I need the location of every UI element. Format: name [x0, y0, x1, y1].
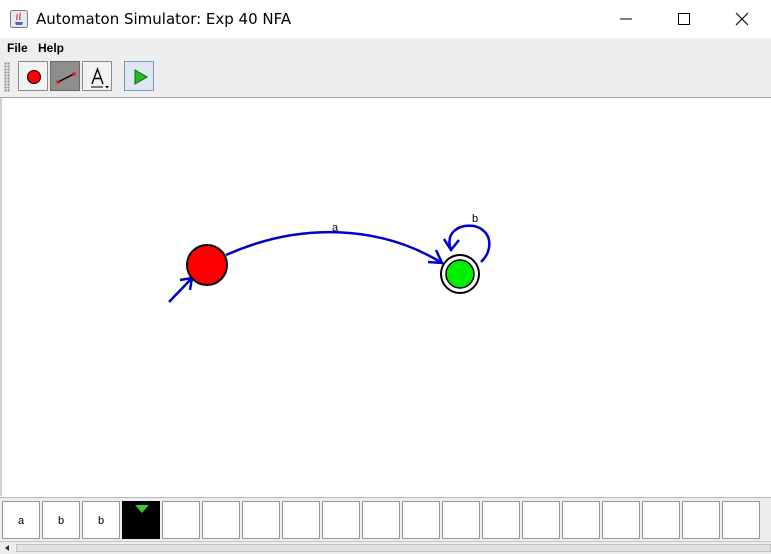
- add-label-button[interactable]: [82, 61, 112, 91]
- minimize-icon: [620, 18, 632, 20]
- tape-cell[interactable]: [482, 501, 520, 539]
- tape-cell[interactable]: [562, 501, 600, 539]
- input-tape: a b b: [0, 497, 771, 542]
- tape-cell[interactable]: b: [82, 501, 120, 539]
- tape-cell[interactable]: [442, 501, 480, 539]
- tape-cell[interactable]: a: [2, 501, 40, 539]
- toolbar: [0, 58, 771, 98]
- tape-cell[interactable]: b: [42, 501, 80, 539]
- tape-cell[interactable]: [242, 501, 280, 539]
- title-bar: Automaton Simulator: Exp 40 NFA: [0, 0, 771, 38]
- text-a-icon: [91, 66, 109, 89]
- minimize-button[interactable]: [597, 0, 655, 38]
- tape-cell[interactable]: [602, 501, 640, 539]
- tape-cell[interactable]: [282, 501, 320, 539]
- initial-state-arrow: [168, 276, 194, 303]
- state-q0[interactable]: [186, 244, 228, 286]
- menu-file[interactable]: File: [7, 41, 28, 55]
- tape-cell[interactable]: [362, 501, 400, 539]
- state-q1[interactable]: [440, 254, 480, 294]
- run-button[interactable]: [124, 61, 154, 91]
- horizontal-scrollbar[interactable]: [0, 541, 771, 554]
- play-icon: [134, 69, 148, 85]
- tape-cell[interactable]: [202, 501, 240, 539]
- tape-head-cell[interactable]: [122, 501, 160, 539]
- transition-label-b: b: [472, 213, 478, 225]
- tape-cell[interactable]: [722, 501, 760, 539]
- window-title: Automaton Simulator: Exp 40 NFA: [36, 10, 292, 28]
- automaton-canvas[interactable]: a b: [0, 98, 771, 496]
- tape-cell[interactable]: [522, 501, 560, 539]
- tape-cell[interactable]: [402, 501, 440, 539]
- maximize-icon: [678, 13, 690, 25]
- scroll-left-arrow-icon[interactable]: [3, 544, 11, 552]
- tape-head-marker-icon: [135, 505, 149, 513]
- transition-q0-q1[interactable]: [225, 230, 445, 265]
- tape-cell[interactable]: [162, 501, 200, 539]
- tape-cell[interactable]: [682, 501, 720, 539]
- close-icon: [735, 12, 749, 26]
- close-button[interactable]: [713, 0, 771, 38]
- transition-label-a: a: [332, 222, 339, 234]
- java-app-icon: [10, 10, 28, 28]
- menu-bar: File Help: [0, 38, 771, 58]
- add-transition-button[interactable]: [50, 61, 80, 91]
- transition-line-icon: [56, 72, 76, 84]
- tape-cell[interactable]: [642, 501, 680, 539]
- menu-help[interactable]: Help: [38, 41, 64, 55]
- add-state-button[interactable]: [18, 61, 48, 91]
- tape-cell[interactable]: [322, 501, 360, 539]
- scrollbar-track[interactable]: [16, 544, 771, 552]
- maximize-button[interactable]: [655, 0, 713, 38]
- red-circle-icon: [27, 70, 41, 84]
- toolbar-grip[interactable]: [4, 62, 10, 92]
